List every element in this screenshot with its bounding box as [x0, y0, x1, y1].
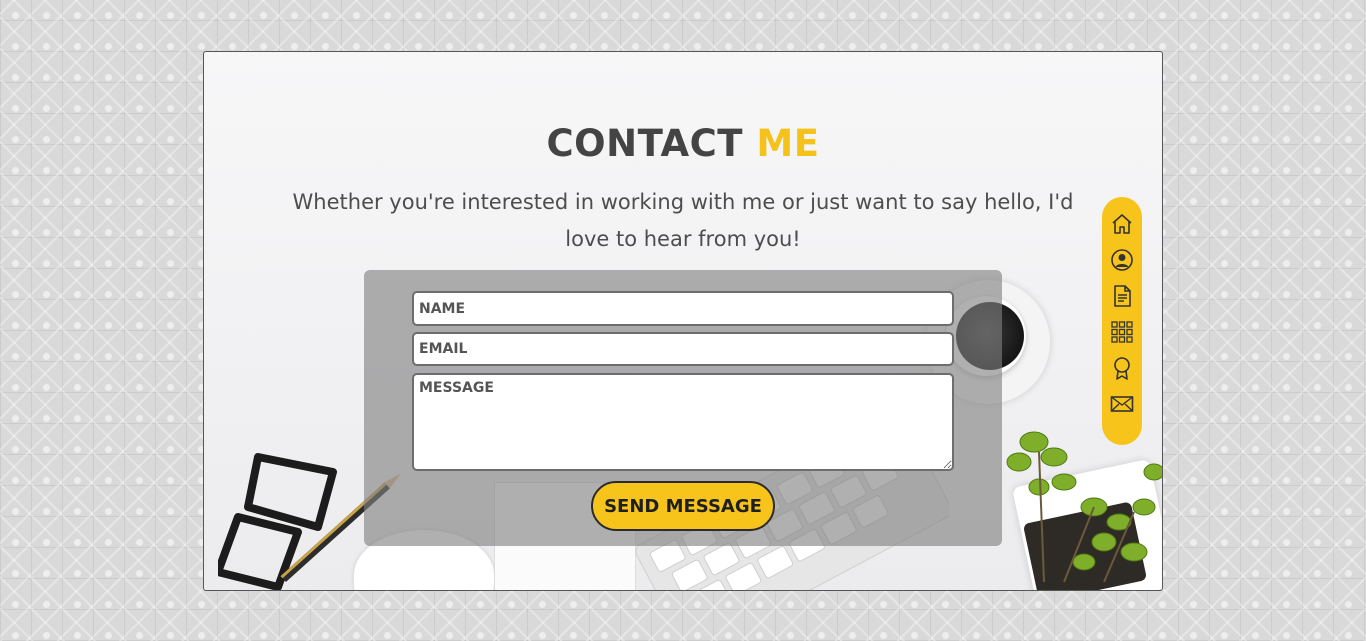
home-icon	[1112, 214, 1132, 234]
nav-awards[interactable]	[1110, 356, 1134, 380]
eyeglasses-image	[218, 453, 337, 590]
page-title: CONTACT ME	[204, 122, 1162, 165]
grid-icon	[1111, 321, 1133, 343]
send-message-button[interactable]: SEND MESSAGE	[591, 481, 775, 531]
award-icon	[1114, 357, 1130, 380]
plant-pot	[1012, 458, 1162, 590]
contact-form: SEND MESSAGE	[364, 270, 1002, 546]
title-accent: ME	[756, 122, 820, 165]
contact-card: CONTACT ME Whether you're interested in …	[203, 51, 1163, 591]
nav-resume[interactable]	[1110, 284, 1134, 308]
plant-soil	[1022, 501, 1148, 590]
contact-subtitle: Whether you're interested in working wit…	[292, 190, 1074, 251]
document-icon	[1114, 285, 1131, 307]
user-icon	[1111, 249, 1133, 271]
envelope-icon	[1110, 396, 1134, 412]
name-input[interactable]	[412, 291, 954, 326]
title-main: CONTACT	[546, 122, 743, 165]
email-input[interactable]	[412, 332, 954, 366]
nav-portfolio[interactable]	[1110, 320, 1134, 344]
side-navigation	[1102, 197, 1142, 445]
plant-image	[1006, 431, 1162, 583]
nav-contact[interactable]	[1110, 392, 1134, 416]
message-textarea[interactable]	[412, 373, 954, 471]
nav-about[interactable]	[1110, 248, 1134, 272]
nav-home[interactable]	[1110, 212, 1134, 236]
